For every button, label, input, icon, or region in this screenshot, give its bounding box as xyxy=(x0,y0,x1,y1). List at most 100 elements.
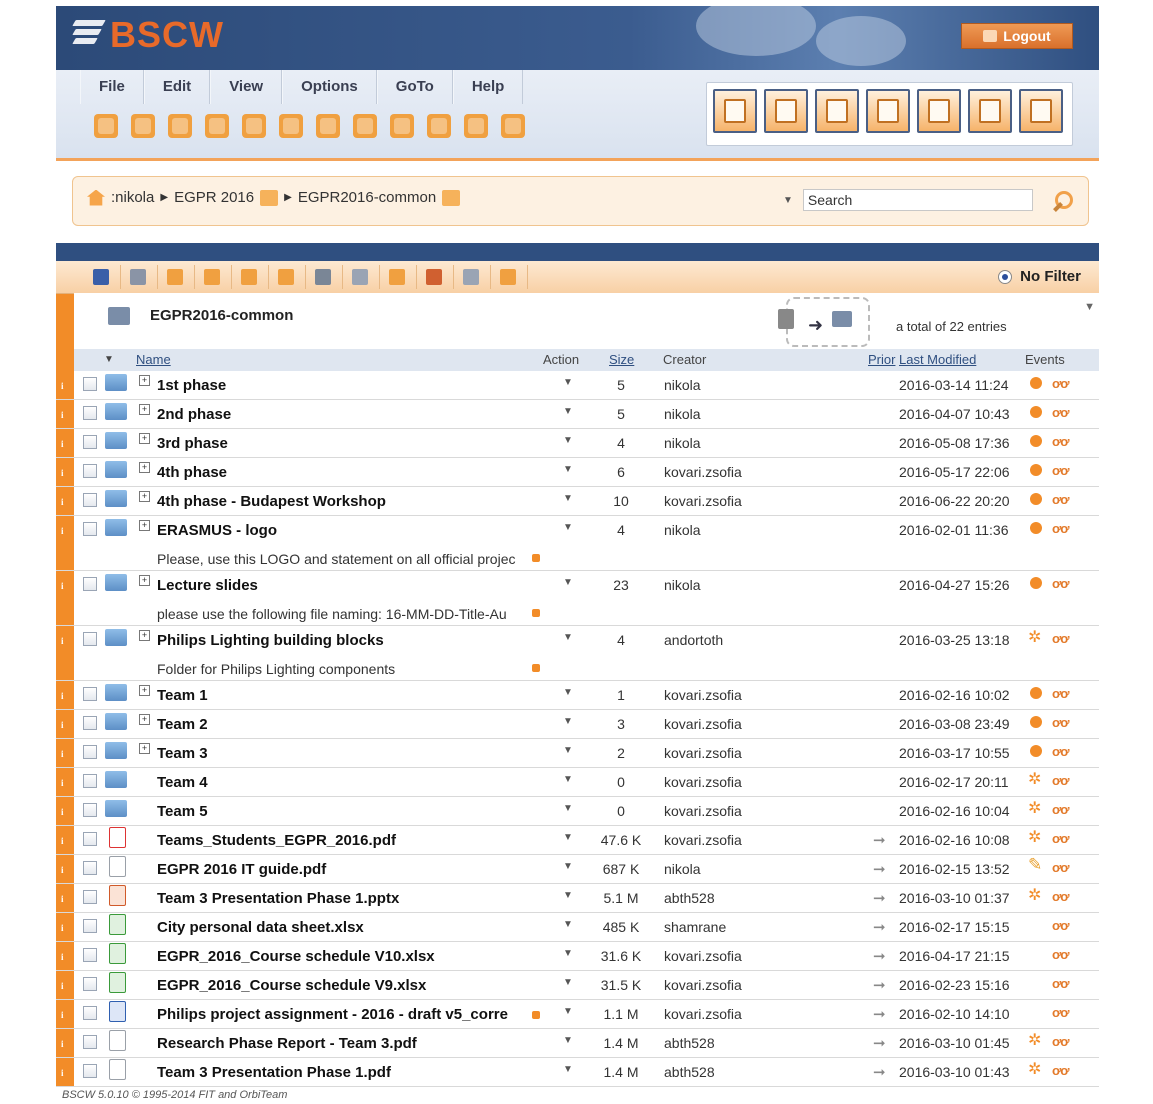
row-checkbox[interactable] xyxy=(83,406,97,420)
add-group-icon[interactable] xyxy=(316,114,340,138)
new-event-icon[interactable] xyxy=(1030,493,1042,505)
prior-version-icon[interactable]: ➞ xyxy=(873,947,886,965)
table-row[interactable]: i Teams_Students_EGPR_2016.pdf ▼ 47.6 K kova… xyxy=(56,826,1099,855)
row-checkbox[interactable] xyxy=(83,1035,97,1049)
new-event-icon[interactable] xyxy=(1030,716,1042,728)
info-marker-icon[interactable]: i xyxy=(56,429,74,457)
home-icon[interactable] xyxy=(87,189,105,206)
item-creator[interactable]: kovari.zsofia xyxy=(664,832,742,848)
item-creator[interactable]: kovari.zsofia xyxy=(664,716,742,732)
action-dropdown-icon[interactable]: ▼ xyxy=(563,406,573,417)
item-name[interactable]: Team 5 xyxy=(157,803,208,820)
item-name[interactable]: Team 3 Presentation Phase 1.pptx xyxy=(157,890,399,907)
table-row[interactable]: i Team 5 ▼ 0 kovari.zsofia 2016-02-16 10:04 ✲ ơ… xyxy=(56,797,1099,826)
action-dropdown-icon[interactable]: ▼ xyxy=(563,890,573,901)
item-creator[interactable]: nikola xyxy=(664,377,701,393)
row-checkbox[interactable] xyxy=(83,687,97,701)
doc-file-icon[interactable] xyxy=(109,1030,126,1051)
read-event-icon[interactable]: ơơ xyxy=(1052,715,1070,730)
send-document-icon[interactable] xyxy=(427,114,451,138)
folder-icon[interactable] xyxy=(105,629,127,646)
edit-folder-icon[interactable] xyxy=(269,265,306,289)
row-checkbox[interactable] xyxy=(83,493,97,507)
add-comment-icon[interactable] xyxy=(353,114,377,138)
new-event-icon[interactable] xyxy=(1030,745,1042,757)
search-scope-dropdown-icon[interactable]: ▼ xyxy=(783,195,793,206)
folder-icon[interactable] xyxy=(105,403,127,420)
zip-icon[interactable] xyxy=(454,265,491,289)
table-row[interactable]: i + Philips Lighting building blocks Folder… xyxy=(56,626,1099,681)
item-creator[interactable]: kovari.zsofia xyxy=(664,948,742,964)
item-name[interactable]: 2nd phase xyxy=(157,406,231,423)
action-dropdown-icon[interactable]: ▼ xyxy=(563,1035,573,1046)
action-dropdown-icon[interactable]: ▼ xyxy=(563,522,573,533)
info-marker-icon[interactable]: i xyxy=(56,710,74,738)
table-row[interactable]: i +3rd phase ▼ 4 nikola 2016-05-08 17:36 ơơ xyxy=(56,429,1099,458)
open-folder-icon[interactable] xyxy=(94,114,118,138)
info-marker-icon[interactable]: i xyxy=(56,1000,74,1028)
action-dropdown-icon[interactable]: ▼ xyxy=(563,377,573,388)
edit-event-icon[interactable]: ✎ xyxy=(1028,855,1044,874)
xlsx-file-icon[interactable] xyxy=(109,972,126,993)
note-icon[interactable] xyxy=(501,114,525,138)
action-dropdown-icon[interactable]: ▼ xyxy=(563,919,573,930)
item-name[interactable]: Team 1 xyxy=(157,687,208,704)
item-creator[interactable]: abth528 xyxy=(664,1035,715,1051)
item-creator[interactable]: kovari.zsofia xyxy=(664,464,742,480)
table-row[interactable]: i + Team 3 ▼ 2 kovari.zsofia 2016-03-17 10:55 ơ… xyxy=(56,739,1099,768)
row-checkbox[interactable] xyxy=(83,803,97,817)
read-event-icon[interactable]: ơơ xyxy=(1052,463,1070,478)
properties-icon[interactable] xyxy=(491,265,528,289)
new-event-icon[interactable] xyxy=(1030,577,1042,589)
item-creator[interactable]: nikola xyxy=(664,861,701,877)
copy-icon[interactable] xyxy=(343,265,380,289)
item-creator[interactable]: andortoth xyxy=(664,632,723,648)
docx-file-icon[interactable] xyxy=(109,1001,126,1022)
read-event-icon[interactable]: ơơ xyxy=(1052,802,1070,817)
info-marker-icon[interactable]: i xyxy=(56,884,74,912)
info-marker-icon[interactable]: i xyxy=(56,571,74,625)
action-dropdown-icon[interactable]: ▼ xyxy=(563,716,573,727)
expand-icon[interactable]: + xyxy=(139,491,150,502)
row-checkbox[interactable] xyxy=(83,1006,97,1020)
item-name[interactable]: 3rd phase xyxy=(157,435,228,452)
collapse-icon[interactable]: ▼ xyxy=(1084,301,1095,313)
new-event-icon[interactable] xyxy=(1030,687,1042,699)
read-event-icon[interactable]: ơơ xyxy=(1052,521,1070,536)
item-name[interactable]: Philips Lighting building blocks xyxy=(157,632,384,649)
export-icon[interactable] xyxy=(390,114,414,138)
info-marker-icon[interactable]: i xyxy=(56,942,74,970)
add-user-icon[interactable] xyxy=(205,114,229,138)
folder-icon[interactable] xyxy=(105,742,127,759)
action-dropdown-icon[interactable]: ▼ xyxy=(563,948,573,959)
table-row[interactable]: i Philips project assignment - 2016 - dra… xyxy=(56,1000,1099,1029)
change-event-icon[interactable]: ✲ xyxy=(1028,769,1044,788)
action-dropdown-icon[interactable]: ▼ xyxy=(563,1006,573,1017)
column-header-last-modified[interactable]: Last Modified xyxy=(899,352,976,367)
folder-icon[interactable] xyxy=(105,374,127,391)
delete-icon[interactable] xyxy=(417,265,454,289)
action-dropdown-icon[interactable]: ▼ xyxy=(563,745,573,756)
item-creator[interactable]: shamrane xyxy=(664,919,726,935)
action-dropdown-icon[interactable]: ▼ xyxy=(563,435,573,446)
item-creator[interactable]: kovari.zsofia xyxy=(664,745,742,761)
item-name[interactable]: Lecture slides xyxy=(157,577,258,594)
menu-help[interactable]: Help xyxy=(452,70,524,104)
menu-edit[interactable]: Edit xyxy=(143,70,211,104)
change-event-icon[interactable]: ✲ xyxy=(1028,627,1044,646)
row-checkbox[interactable] xyxy=(83,522,97,536)
read-event-icon[interactable]: ơơ xyxy=(1052,773,1070,788)
info-marker-icon[interactable]: i xyxy=(56,1058,74,1086)
doc-file-icon[interactable] xyxy=(109,856,126,877)
read-event-icon[interactable]: ơơ xyxy=(1052,405,1070,420)
breadcrumb-item-home[interactable]: :nikola xyxy=(111,189,154,206)
prior-version-icon[interactable]: ➞ xyxy=(873,889,886,907)
expand-icon[interactable]: + xyxy=(139,714,150,725)
row-checkbox[interactable] xyxy=(83,435,97,449)
table-row[interactable]: i + Team 2 ▼ 3 kovari.zsofia 2016-03-08 23:49 ơ… xyxy=(56,710,1099,739)
row-checkbox[interactable] xyxy=(83,774,97,788)
table-row[interactable]: i EGPR 2016 IT guide.pdf ▼ 687 K nikola ➞ 2016… xyxy=(56,855,1099,884)
info-marker-icon[interactable]: i xyxy=(56,913,74,941)
item-name[interactable]: City personal data sheet.xlsx xyxy=(157,919,364,936)
read-event-icon[interactable]: ơơ xyxy=(1052,947,1070,962)
